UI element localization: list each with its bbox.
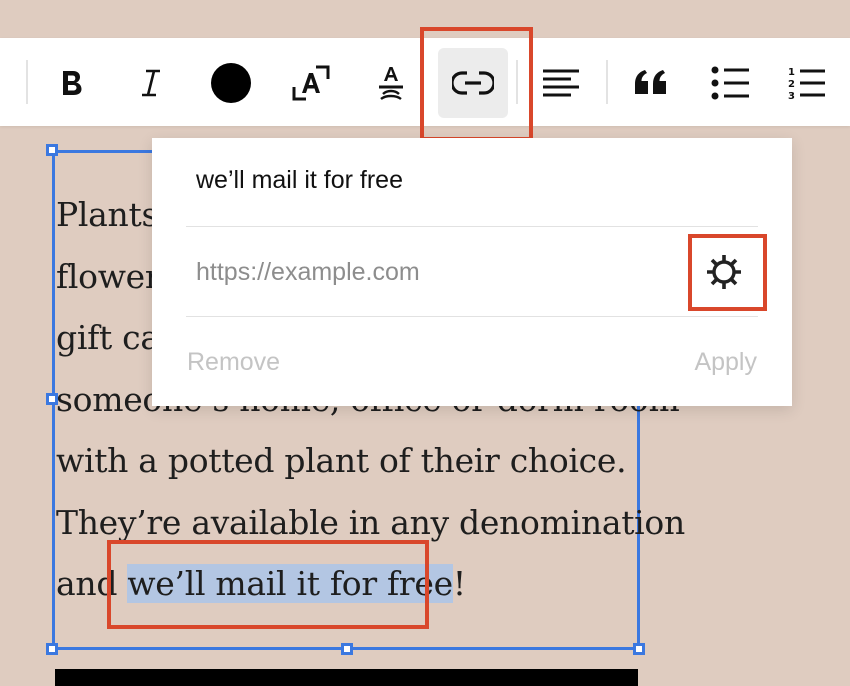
bulleted-list-icon — [711, 66, 749, 100]
bold-icon — [63, 71, 82, 95]
link-text: we’ll mail it for free — [196, 166, 403, 194]
italic-icon — [142, 69, 160, 97]
svg-text:3: 3 — [788, 91, 795, 101]
italic-button[interactable] — [116, 48, 186, 118]
bold-button[interactable] — [36, 48, 106, 118]
text-size-icon — [292, 65, 330, 101]
numbered-list-icon: 1 2 3 — [788, 67, 825, 101]
text-line: They’re available in any denomination — [56, 502, 685, 542]
resize-handle[interactable] — [633, 643, 645, 655]
text-color-button[interactable] — [196, 48, 266, 118]
quote-button[interactable] — [616, 48, 686, 118]
align-button[interactable] — [526, 48, 596, 118]
formatting-toolbar: 1 2 3 — [0, 38, 850, 126]
toolbar-divider — [26, 60, 28, 104]
resize-handle[interactable] — [46, 643, 58, 655]
strikethrough-icon — [379, 67, 403, 101]
text-size-button[interactable] — [276, 48, 346, 118]
quote-icon — [635, 70, 666, 94]
color-circle-icon — [211, 63, 251, 103]
strikethrough-button[interactable] — [356, 48, 426, 118]
popover-divider — [186, 316, 758, 317]
popover-divider — [186, 226, 758, 227]
toolbar-divider — [606, 60, 608, 104]
remove-link-button[interactable]: Remove — [187, 348, 280, 377]
align-left-icon — [543, 69, 579, 97]
text-after-selection: ! — [452, 564, 466, 603]
url-input[interactable] — [186, 228, 686, 316]
numbered-list-button[interactable]: 1 2 3 — [772, 48, 842, 118]
link-icon — [452, 71, 494, 95]
bulleted-list-button[interactable] — [696, 48, 766, 118]
text-before-selection: and — [56, 564, 128, 603]
toolbar-divider — [516, 60, 518, 104]
apply-link-button[interactable]: Apply — [694, 348, 757, 377]
svg-text:2: 2 — [788, 79, 795, 90]
resize-handle[interactable] — [46, 144, 58, 156]
gear-icon — [707, 255, 741, 289]
black-block — [55, 669, 638, 686]
link-button[interactable] — [438, 48, 508, 118]
svg-text:1: 1 — [788, 67, 795, 78]
link-settings-button[interactable] — [700, 248, 748, 296]
link-popover: we’ll mail it for free Remove Apply — [152, 138, 792, 406]
text-line: and we’ll mail it for free! — [56, 553, 656, 615]
selected-text[interactable]: we’ll mail it for free — [127, 564, 453, 603]
text-line: with a potted plant of their choice. — [56, 441, 627, 480]
resize-handle[interactable] — [341, 643, 353, 655]
